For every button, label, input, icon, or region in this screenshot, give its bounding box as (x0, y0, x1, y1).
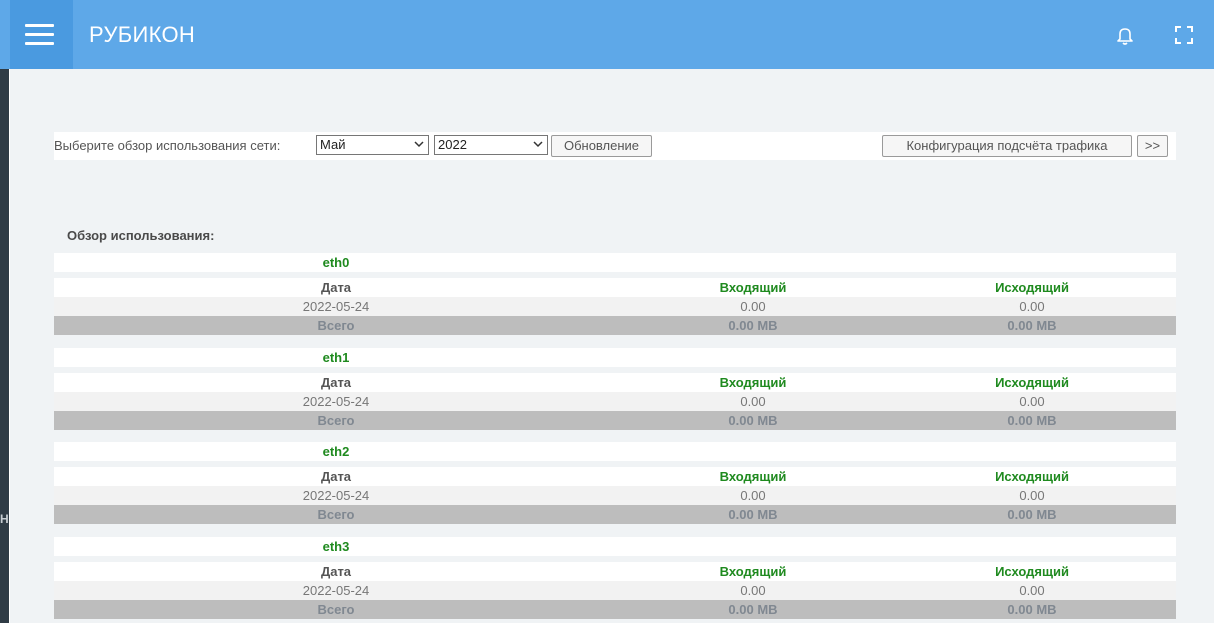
total-incoming: 0.00 MB (728, 413, 778, 428)
total-incoming: 0.00 MB (728, 318, 778, 333)
interface-name: eth1 (322, 350, 350, 365)
table-row: 2022-05-24 0.00 0.00 (54, 392, 1176, 411)
chevron-down-icon (533, 141, 543, 148)
total-incoming: 0.00 MB (728, 507, 778, 522)
column-outgoing: Исходящий (995, 280, 1069, 295)
row-incoming: 0.00 (740, 394, 766, 409)
year-select[interactable]: 2022 (434, 135, 548, 155)
month-select[interactable]: Май (316, 135, 429, 155)
total-label: Всего (317, 507, 355, 522)
total-incoming: 0.00 MB (728, 602, 778, 617)
column-outgoing: Исходящий (995, 375, 1069, 390)
interface-name: eth3 (322, 539, 350, 554)
top-header: РУБИКОН (0, 0, 1214, 69)
row-incoming: 0.00 (740, 488, 766, 503)
column-outgoing: Исходящий (995, 469, 1069, 484)
table-header-row: Дата Входящий Исходящий (54, 467, 1176, 486)
menu-button[interactable] (10, 0, 73, 69)
total-outgoing: 0.00 MB (1007, 318, 1057, 333)
interface-name-row: eth2 (54, 442, 1176, 461)
row-outgoing: 0.00 (1019, 299, 1045, 314)
traffic-config-button[interactable]: Конфигурация подсчёта трафика (882, 135, 1132, 157)
sidebar-strip-letter: Н (0, 512, 9, 526)
column-incoming: Входящий (719, 564, 787, 579)
column-date: Дата (320, 280, 352, 295)
column-incoming: Входящий (719, 469, 787, 484)
year-select-value: 2022 (438, 137, 467, 152)
row-date: 2022-05-24 (302, 299, 370, 314)
total-outgoing: 0.00 MB (1007, 413, 1057, 428)
total-label: Всего (317, 413, 355, 428)
refresh-button[interactable]: Обновление (551, 135, 652, 157)
column-incoming: Входящий (719, 280, 787, 295)
next-button[interactable]: >> (1137, 135, 1168, 157)
table-row: 2022-05-24 0.00 0.00 (54, 581, 1176, 600)
row-date: 2022-05-24 (302, 488, 370, 503)
total-row: Всего 0.00 MB 0.00 MB (54, 600, 1176, 619)
row-date: 2022-05-24 (302, 394, 370, 409)
total-label: Всего (317, 318, 355, 333)
app-title: РУБИКОН (89, 22, 196, 47)
total-row: Всего 0.00 MB 0.00 MB (54, 411, 1176, 430)
total-outgoing: 0.00 MB (1007, 602, 1057, 617)
usage-toolbar: Выберите обзор использования сети: Май 2… (54, 132, 1176, 160)
column-date: Дата (320, 469, 352, 484)
row-outgoing: 0.00 (1019, 488, 1045, 503)
total-row: Всего 0.00 MB 0.00 MB (54, 316, 1176, 335)
column-outgoing: Исходящий (995, 564, 1069, 579)
column-date: Дата (320, 375, 352, 390)
table-header-row: Дата Входящий Исходящий (54, 562, 1176, 581)
interface-name: eth2 (322, 444, 350, 459)
column-date: Дата (320, 564, 352, 579)
table-row: 2022-05-24 0.00 0.00 (54, 486, 1176, 505)
interface-name-row: eth1 (54, 348, 1176, 367)
table-header-row: Дата Входящий Исходящий (54, 278, 1176, 297)
total-label: Всего (317, 602, 355, 617)
sidebar-divider (9, 69, 10, 623)
total-outgoing: 0.00 MB (1007, 507, 1057, 522)
row-outgoing: 0.00 (1019, 394, 1045, 409)
table-header-row: Дата Входящий Исходящий (54, 373, 1176, 392)
menu-icon-bar (25, 42, 54, 45)
total-row: Всего 0.00 MB 0.00 MB (54, 505, 1176, 524)
bell-icon[interactable] (1114, 24, 1136, 46)
usage-overview-title: Обзор использования: (67, 228, 215, 243)
interface-name: eth0 (322, 255, 350, 270)
row-date: 2022-05-24 (302, 583, 370, 598)
period-select-label: Выберите обзор использования сети: (54, 138, 281, 153)
column-incoming: Входящий (719, 375, 787, 390)
table-row: 2022-05-24 0.00 0.00 (54, 297, 1176, 316)
sidebar-strip: Н (0, 69, 9, 623)
chevron-down-icon (414, 141, 424, 148)
row-incoming: 0.00 (740, 299, 766, 314)
menu-icon (25, 24, 54, 27)
month-select-value: Май (320, 137, 346, 152)
row-incoming: 0.00 (740, 583, 766, 598)
interface-name-row: eth0 (54, 253, 1176, 272)
fullscreen-icon[interactable] (1173, 24, 1195, 46)
interface-name-row: eth3 (54, 537, 1176, 556)
menu-icon-bar (25, 33, 54, 36)
row-outgoing: 0.00 (1019, 583, 1045, 598)
